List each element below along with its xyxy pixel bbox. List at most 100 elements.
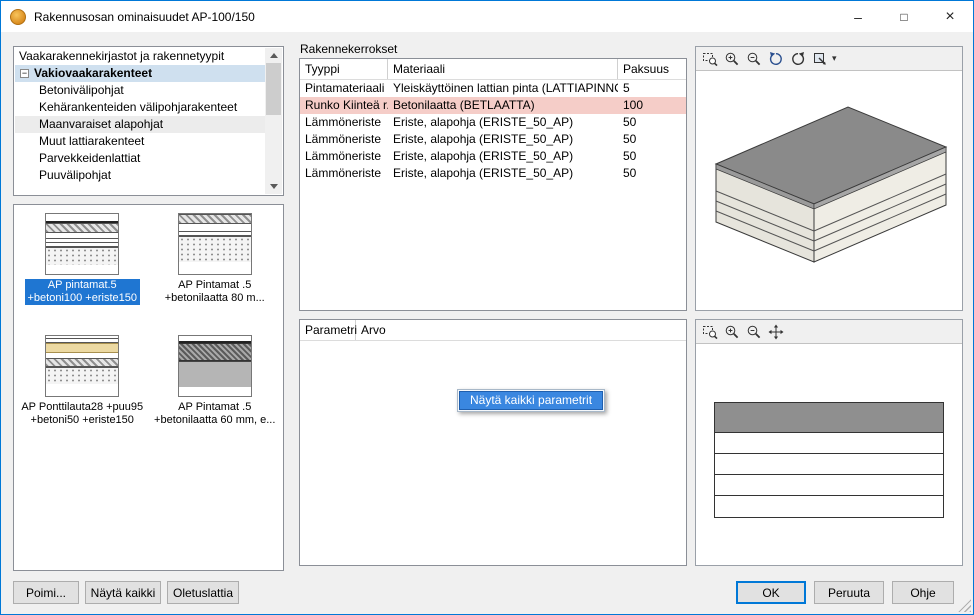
app-icon — [10, 9, 26, 25]
structure-library-panel: Vaakarakennekirjastot ja rakennetyypit −… — [13, 46, 284, 196]
help-button[interactable]: Ohje — [892, 581, 954, 604]
column-header-materiaali[interactable]: Materiaali — [388, 59, 618, 79]
thumbnail-label[interactable]: AP Pintamat .5 +betonilaatta 80 m... — [162, 279, 268, 305]
layer-row[interactable]: Lämmöneriste Eriste, alapohja (ERISTE_50… — [300, 114, 686, 131]
thumbnail-label-line2: +betonilaatta 80 m... — [165, 292, 265, 304]
thumbnail-label[interactable]: AP Ponttilauta28 +puu95 +betoni50 +erist… — [18, 401, 146, 427]
maximize-button[interactable]: □ — [881, 1, 927, 32]
preview-3d-panel: ▾ — [695, 46, 963, 311]
section-layer — [715, 433, 943, 454]
tree-item-vakiovaakarakenteet[interactable]: −Vakiovaakarakenteet — [15, 65, 265, 82]
viewer3d-canvas[interactable] — [696, 71, 962, 310]
cancel-button[interactable]: Peruuta — [814, 581, 884, 604]
collapse-icon[interactable]: − — [20, 69, 29, 78]
section-layer — [715, 475, 943, 496]
tree-item-parvekkeidenlattiat[interactable]: Parvekkeidenlattiat — [15, 150, 265, 167]
zoom-out-icon[interactable] — [744, 322, 764, 342]
layer-row[interactable]: Lämmöneriste Eriste, alapohja (ERISTE_50… — [300, 148, 686, 165]
layer-row[interactable]: Lämmöneriste Eriste, alapohja (ERISTE_50… — [300, 131, 686, 148]
structure-thumbnail[interactable] — [45, 335, 119, 397]
scroll-down-icon[interactable] — [265, 179, 282, 194]
cell-paksuus: 50 — [618, 114, 686, 131]
tree-scrollbar[interactable] — [265, 48, 282, 194]
cell-paksuus: 5 — [618, 80, 686, 97]
viewer2d-canvas[interactable] — [696, 344, 962, 565]
cell-paksuus: 50 — [618, 148, 686, 165]
cell-tyyppi: Runko Kiinteä r... — [300, 97, 388, 114]
cell-materiaali: Eriste, alapohja (ERISTE_50_AP) — [388, 165, 618, 182]
zoom-in-icon[interactable] — [722, 322, 742, 342]
viewer2d-toolbar — [696, 320, 962, 344]
rotate-left-icon[interactable] — [766, 49, 786, 69]
section-2d-image — [714, 402, 944, 518]
tree-item-label: Vakiovaakarakenteet — [34, 66, 152, 80]
tree-item-puuvalipohjat[interactable]: Puuvälipohjat — [15, 167, 265, 184]
thumbnail-label-line1: AP pintamat.5 — [48, 279, 117, 291]
column-header-parametri[interactable]: Parametri — [300, 320, 356, 340]
tree-item-maanvaraiset-alapohjat[interactable]: Maanvaraiset alapohjat — [15, 116, 265, 133]
resize-grip[interactable] — [958, 599, 971, 612]
titlebar[interactable]: Rakennusosan ominaisuudet AP-100/150 – □… — [1, 1, 973, 32]
tree-item-muut-lattiarakenteet[interactable]: Muut lattiarakenteet — [15, 133, 265, 150]
zoom-window-icon[interactable] — [700, 49, 720, 69]
thumbnail-label-line1: AP Ponttilauta28 +puu95 — [21, 401, 143, 413]
cell-tyyppi: Lämmöneriste — [300, 148, 388, 165]
show-all-button[interactable]: Näytä kaikki — [85, 581, 161, 604]
section-layer — [715, 454, 943, 475]
show-all-parameters-menu-item[interactable]: Näytä kaikki parametrit — [459, 391, 603, 410]
column-header-paksuus[interactable]: Paksuus — [618, 59, 686, 79]
gallery-item[interactable]: AP Pintamat .5 +betonilaatta 80 m... — [149, 213, 282, 305]
tree-item-betonivalipohjat[interactable]: Betonivälipohjat — [15, 82, 265, 99]
cell-materiaali: Eriste, alapohja (ERISTE_50_AP) — [388, 148, 618, 165]
zoom-window-icon[interactable] — [700, 322, 720, 342]
structure-thumbnail[interactable] — [178, 335, 252, 397]
thumbnail-label-line2: +betoni50 +eriste150 — [31, 414, 134, 426]
scroll-thumb[interactable] — [266, 63, 281, 115]
gallery-item[interactable]: AP pintamat.5 +betoni100 +eriste150 — [16, 213, 149, 305]
cell-tyyppi: Lämmöneriste — [300, 131, 388, 148]
zoom-out-icon[interactable] — [744, 49, 764, 69]
scroll-track[interactable] — [265, 63, 282, 179]
minimize-button[interactable]: – — [835, 1, 881, 32]
dropdown-caret-icon[interactable]: ▾ — [832, 53, 842, 64]
pick-button[interactable]: Poimi... — [13, 581, 79, 604]
properties-dialog: Rakennusosan ominaisuudet AP-100/150 – □… — [0, 0, 974, 615]
gallery-item[interactable]: AP Ponttilauta28 +puu95 +betoni50 +erist… — [16, 335, 149, 427]
scroll-up-icon[interactable] — [265, 48, 282, 63]
window-title: Rakennusosan ominaisuudet AP-100/150 — [34, 10, 255, 24]
layer-row-selected[interactable]: Runko Kiinteä r... Betonilaatta (BETLAAT… — [300, 97, 686, 114]
display-options-icon[interactable] — [810, 49, 830, 69]
tree-root-label[interactable]: Vaakarakennekirjastot ja rakennetyypit — [15, 48, 265, 65]
section-layer — [715, 496, 943, 517]
layer-row[interactable]: Pintamateriaali Yleiskäyttöinen lattian … — [300, 80, 686, 97]
structure-thumbnail[interactable] — [178, 213, 252, 275]
pan-icon[interactable] — [766, 322, 786, 342]
cell-tyyppi: Lämmöneriste — [300, 114, 388, 131]
close-button[interactable]: × — [927, 1, 973, 32]
cell-materiaali: Eriste, alapohja (ERISTE_50_AP) — [388, 131, 618, 148]
column-header-tyyppi[interactable]: Tyyppi — [300, 59, 388, 79]
zoom-in-icon[interactable] — [722, 49, 742, 69]
maximize-icon: □ — [900, 10, 907, 24]
cell-materiaali: Yleiskäyttöinen lattian pinta (LATTIAPIN… — [388, 80, 618, 97]
type-gallery-panel: AP pintamat.5 +betoni100 +eriste150 AP P… — [13, 204, 284, 571]
structure-thumbnail[interactable] — [45, 213, 119, 275]
tree-item-keharankenteiden[interactable]: Kehärankenteiden välipohjarakenteet — [15, 99, 265, 116]
cell-materiaali: Eriste, alapohja (ERISTE_50_AP) — [388, 114, 618, 131]
column-header-arvo[interactable]: Arvo — [356, 320, 686, 340]
close-icon: × — [945, 8, 954, 26]
cell-materiaali: Betonilaatta (BETLAATTA) — [388, 97, 618, 114]
cell-paksuus: 50 — [618, 131, 686, 148]
rotate-right-icon[interactable] — [788, 49, 808, 69]
thumbnail-label-line2: +betoni100 +eriste150 — [28, 292, 137, 304]
thumbnail-label[interactable]: AP Pintamat .5 +betonilaatta 60 mm, e... — [151, 401, 278, 427]
ok-button[interactable]: OK — [736, 581, 806, 604]
default-floor-button[interactable]: Oletuslattia — [167, 581, 239, 604]
minimize-icon: – — [854, 9, 862, 25]
layer-table: Tyyppi Materiaali Paksuus Pintamateriaal… — [299, 58, 687, 311]
parameter-table: Parametri Arvo Näytä kaikki parametrit — [299, 319, 687, 566]
thumbnail-label[interactable]: AP pintamat.5 +betoni100 +eriste150 — [25, 279, 140, 305]
layer-row[interactable]: Lämmöneriste Eriste, alapohja (ERISTE_50… — [300, 165, 686, 182]
thumbnail-label-line2: +betonilaatta 60 mm, e... — [154, 414, 275, 426]
gallery-item[interactable]: AP Pintamat .5 +betonilaatta 60 mm, e... — [149, 335, 282, 427]
